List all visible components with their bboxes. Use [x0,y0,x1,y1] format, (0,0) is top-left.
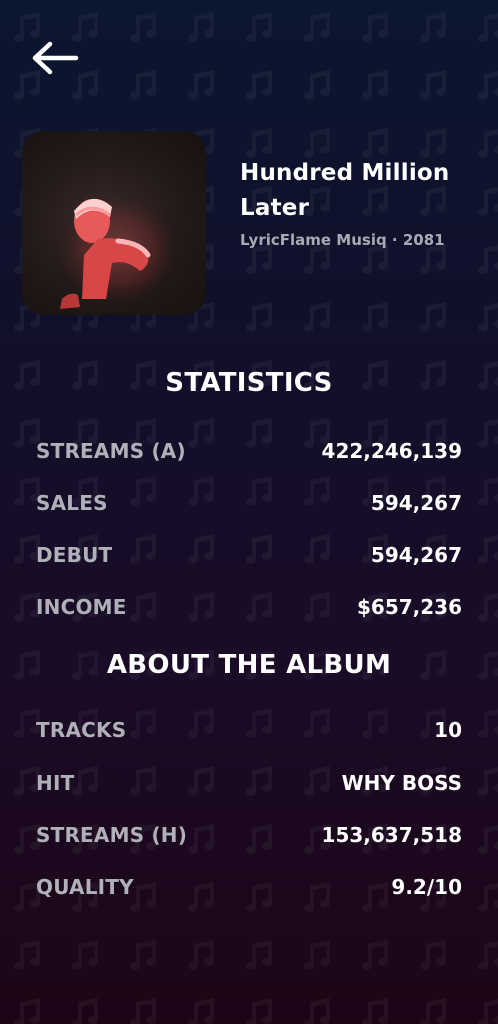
about-row-quality: QUALITY 9.2/10 [36,872,462,902]
about-label: TRACKS [36,718,127,742]
about-row-streams-h: STREAMS (H) 153,637,518 [36,820,462,850]
stat-value: $657,236 [356,595,462,619]
album-title: Hundred Million Later [240,160,450,221]
about-label: QUALITY [36,875,134,899]
back-button[interactable] [28,38,82,78]
album-artist-year: LyricFlame Musiq · 2081 [240,231,445,249]
stat-row-streams-a: STREAMS (A) 422,246,139 [36,436,462,466]
stat-value: 594,267 [370,543,462,567]
album-artwork [58,196,178,309]
stat-label: DEBUT [36,543,113,567]
stat-row-sales: SALES 594,267 [36,488,462,518]
about-value: 9.2/10 [391,875,462,899]
about-album-heading: ABOUT THE ALBUM [106,650,392,680]
stat-row-income: INCOME $657,236 [36,592,462,622]
stat-value: 422,246,139 [321,439,462,463]
about-label: STREAMS (H) [36,823,188,847]
about-label: HIT [36,771,75,795]
stat-row-debut: DEBUT 594,267 [36,540,462,570]
stat-label: SALES [36,491,108,515]
about-value: WHY BOSS [341,771,462,795]
stat-label: STREAMS (A) [36,439,186,463]
stat-label: INCOME [36,595,127,619]
stat-value: 594,267 [370,491,462,515]
about-row-tracks: TRACKS 10 [36,715,462,745]
about-value: 153,637,518 [321,823,462,847]
arrow-left-icon [32,41,79,75]
about-row-hit: HIT WHY BOSS [36,768,462,798]
about-value: 10 [434,718,462,742]
statistics-heading: STATISTICS [165,368,333,398]
album-cover [22,131,206,315]
